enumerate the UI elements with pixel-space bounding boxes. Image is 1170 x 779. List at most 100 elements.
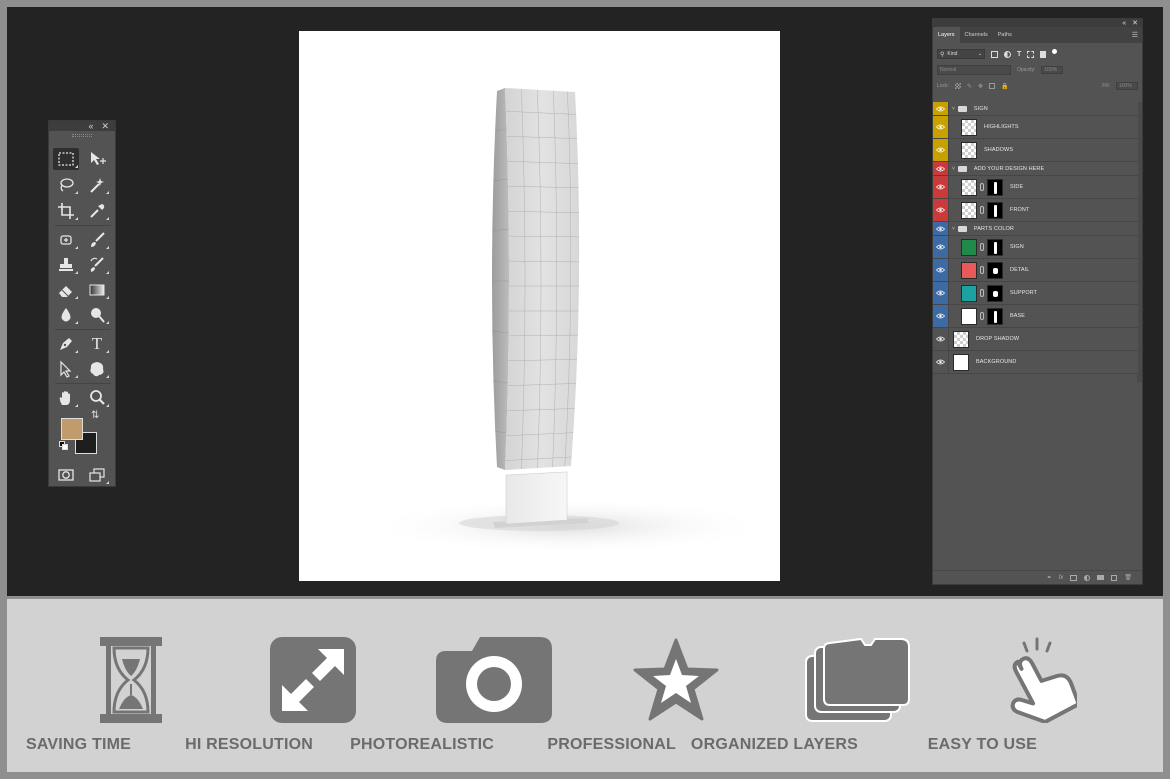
panel-menu-icon[interactable]: ☰: [1132, 31, 1138, 39]
visibility-eye-icon[interactable]: [933, 282, 949, 304]
folder-icon[interactable]: [1097, 575, 1105, 580]
layer-row[interactable]: HIGHLIGHTS: [933, 116, 1138, 139]
lock-artboard-icon[interactable]: [989, 83, 996, 89]
lock-all-icon[interactable]: 🔒: [1001, 83, 1008, 90]
layer-row[interactable]: SIGN: [933, 236, 1138, 259]
brush-icon[interactable]: [84, 229, 110, 251]
layer-group-row[interactable]: ˅ SIGN: [933, 102, 1138, 116]
filter-toggle-icon[interactable]: [1052, 48, 1058, 54]
tab-layers[interactable]: Layers: [933, 27, 960, 43]
lock-transparent-icon[interactable]: [954, 83, 961, 89]
layer-mask-thumbnail[interactable]: [987, 307, 1003, 325]
chain-link-icon[interactable]: [980, 206, 984, 214]
visibility-eye-icon[interactable]: [933, 222, 949, 235]
visibility-eye-icon[interactable]: [933, 236, 949, 258]
tab-paths[interactable]: Paths: [993, 27, 1017, 43]
crop-icon[interactable]: [53, 200, 79, 222]
chevron-down-icon[interactable]: ˅: [952, 166, 955, 172]
chain-link-icon[interactable]: [980, 266, 984, 274]
history-brush-icon[interactable]: [84, 254, 110, 276]
document-canvas[interactable]: [299, 31, 780, 581]
pixel-filter-icon[interactable]: [991, 50, 998, 58]
blur-icon[interactable]: [53, 304, 79, 326]
quick-mask-icon[interactable]: [53, 464, 79, 486]
link-icon[interactable]: ⚭: [1047, 574, 1052, 581]
visibility-eye-icon[interactable]: [933, 259, 949, 281]
clone-stamp-icon[interactable]: [53, 254, 79, 276]
lasso-icon[interactable]: [53, 174, 79, 196]
layer-row[interactable]: DROP SHADOW: [933, 328, 1138, 351]
pen-icon[interactable]: [53, 333, 79, 355]
type-filter-icon[interactable]: T: [1017, 51, 1021, 58]
chain-link-icon[interactable]: [980, 312, 984, 320]
layer-group-row[interactable]: ˅ ADD YOUR DESIGN HERE: [933, 162, 1138, 176]
layer-mask-thumbnail[interactable]: [987, 238, 1003, 256]
eraser-icon[interactable]: [53, 279, 79, 301]
chain-link-icon[interactable]: [980, 289, 984, 297]
layer-row[interactable]: SIDE: [933, 176, 1138, 199]
rectangular-marquee-icon[interactable]: [53, 148, 79, 170]
layer-mask-thumbnail[interactable]: [987, 261, 1003, 279]
visibility-eye-icon[interactable]: [933, 199, 949, 221]
foreground-color-swatch[interactable]: [61, 418, 83, 440]
layer-row[interactable]: SHADOWS: [933, 139, 1138, 162]
blend-mode-select[interactable]: Normal: [937, 65, 1011, 75]
collapse-icon[interactable]: «: [1122, 20, 1126, 27]
mask-icon[interactable]: [1070, 574, 1078, 581]
smart-object-filter-icon[interactable]: [1040, 50, 1047, 58]
new-layer-icon[interactable]: [1111, 574, 1118, 581]
opacity-field[interactable]: 100%: [1041, 66, 1064, 74]
type-icon[interactable]: T: [84, 333, 110, 355]
gradient-icon[interactable]: [84, 279, 110, 301]
zoom-icon[interactable]: [84, 387, 110, 409]
visibility-eye-icon[interactable]: [933, 176, 949, 198]
search-icon: ⚲: [940, 51, 945, 58]
adjustment-icon[interactable]: [1084, 574, 1091, 581]
fill-field[interactable]: 100%: [1116, 82, 1138, 90]
trash-icon[interactable]: 🗑: [1124, 574, 1132, 581]
chain-link-icon[interactable]: [980, 183, 984, 191]
shape-filter-icon[interactable]: [1027, 50, 1035, 58]
layer-mask-thumbnail[interactable]: [987, 178, 1003, 196]
layer-row[interactable]: BASE: [933, 305, 1138, 328]
layer-row[interactable]: DETAIL: [933, 259, 1138, 282]
layer-row[interactable]: BACKGROUND: [933, 351, 1138, 374]
visibility-eye-icon[interactable]: [933, 139, 949, 161]
screen-mode-icon[interactable]: [84, 464, 110, 486]
custom-shape-icon[interactable]: [84, 358, 110, 380]
layer-name: ADD YOUR DESIGN HERE: [973, 165, 1045, 172]
path-selection-icon[interactable]: [53, 358, 79, 380]
layer-group-row[interactable]: ˅ PARTS COLOR: [933, 222, 1138, 236]
fx-icon[interactable]: fx: [1059, 575, 1064, 581]
panel-grip[interactable]: [49, 131, 115, 139]
magic-wand-icon[interactable]: [84, 174, 110, 196]
dodge-icon[interactable]: [84, 304, 110, 326]
adjustment-filter-icon[interactable]: [1004, 50, 1011, 58]
visibility-eye-icon[interactable]: [933, 305, 949, 327]
swap-colors-icon[interactable]: ⇅: [91, 410, 99, 421]
default-colors-icon[interactable]: [59, 441, 69, 451]
filter-kind-select[interactable]: ⚲ Kind ⌄: [937, 49, 985, 59]
chevron-down-icon[interactable]: ˅: [952, 226, 955, 232]
visibility-eye-icon[interactable]: [933, 116, 949, 138]
move-icon[interactable]: [84, 148, 110, 170]
visibility-eye-icon[interactable]: [933, 162, 949, 175]
close-icon[interactable]: ✕: [101, 121, 109, 131]
close-icon[interactable]: ✕: [1132, 19, 1138, 27]
visibility-eye-icon[interactable]: [933, 328, 949, 350]
lock-image-icon[interactable]: ✎: [967, 83, 972, 90]
layer-mask-thumbnail[interactable]: [987, 284, 1003, 302]
lock-position-icon[interactable]: ✥: [978, 83, 983, 90]
chain-link-icon[interactable]: [980, 243, 984, 251]
chevron-down-icon[interactable]: ˅: [952, 106, 955, 112]
layer-row[interactable]: FRONT: [933, 199, 1138, 222]
visibility-eye-icon[interactable]: [933, 102, 949, 115]
collapse-icon[interactable]: «: [88, 121, 93, 131]
visibility-eye-icon[interactable]: [933, 351, 949, 373]
hand-icon[interactable]: [53, 387, 79, 409]
layer-row[interactable]: SUPPORT: [933, 282, 1138, 305]
healing-brush-icon[interactable]: [53, 229, 79, 251]
layer-mask-thumbnail[interactable]: [987, 201, 1003, 219]
tab-channels[interactable]: Channels: [960, 27, 993, 43]
eyedropper-icon[interactable]: [84, 200, 110, 222]
